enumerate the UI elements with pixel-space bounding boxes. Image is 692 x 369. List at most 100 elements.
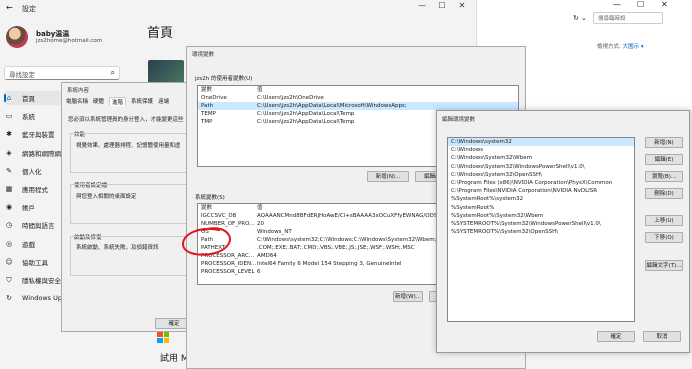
- path-list[interactable]: C:\Windows\system32 C:\Windows C:\Windows\…: [447, 137, 635, 322]
- edit-env-button-0[interactable]: 新增(N): [645, 137, 683, 148]
- edit-env-button-2[interactable]: 瀏覽(B)...: [645, 171, 683, 182]
- system-vars-label: 系統變數(S): [195, 195, 225, 201]
- admin-note: 您必須以系統管理員的身分登入，才能變更這些: [68, 117, 184, 123]
- apps-icon: ▦: [5, 185, 13, 193]
- edit-env-button-4[interactable]: 上移(U): [645, 215, 683, 226]
- sidebar-item-person[interactable]: ◉ 帳戶: [4, 200, 62, 214]
- tab-strip: 電腦名稱 硬體 進階 系統保護 遠端: [62, 97, 200, 106]
- brush-icon: ✎: [6, 166, 12, 175]
- gamepad-icon: ◎: [5, 239, 13, 248]
- list-item[interactable]: %SystemRoot%: [448, 204, 634, 212]
- page-title: 首頁: [147, 26, 174, 41]
- home-icon: ⌂: [6, 94, 12, 102]
- sidebar-item-home[interactable]: ⌂ 首頁: [4, 91, 62, 105]
- minimize-icon[interactable]: —: [412, 0, 432, 12]
- sidebar-item-shield[interactable]: ⛉ 隱私權與安全: [4, 273, 62, 287]
- performance-text: 視覺效果、處理器排程、記憶體使用量和虛: [76, 143, 181, 149]
- sidebar-item-label: 網路和網際網: [22, 149, 61, 158]
- ok-button[interactable]: 確定: [597, 331, 635, 342]
- edit-env-button-3[interactable]: 刪除(D): [645, 188, 683, 199]
- list-item[interactable]: C:\Windows\System32\WindowsPowerShell\v1…: [448, 163, 634, 171]
- edit-env-button-1[interactable]: 編輯(E): [645, 154, 683, 165]
- list-item[interactable]: C:\Program Files\NVIDIA Corporation\NVID…: [448, 187, 634, 195]
- close-icon[interactable]: ✕: [661, 0, 668, 9]
- sidebar-item-bluetooth[interactable]: ✱ 藍牙與裝置: [4, 127, 62, 141]
- edit-env-button-6[interactable]: 編輯文字(T)...: [645, 260, 683, 271]
- sidebar-item-label: 遊戲: [22, 240, 35, 249]
- edit-env-button-5[interactable]: 下移(O): [645, 232, 683, 243]
- sidebar-item-label: 藍牙與裝置: [22, 131, 55, 140]
- list-item[interactable]: C:\Program Files (x86)\NVIDIA Corporatio…: [448, 179, 634, 187]
- table-row[interactable]: Path C:\Users\jzs2h\AppData\Local\Microso…: [198, 102, 518, 110]
- profile-text: 與您登入相關的桌面設定: [76, 194, 137, 200]
- column-variable[interactable]: 變數: [198, 204, 257, 212]
- try-microsoft-text: 試用 M: [160, 354, 189, 364]
- tab-3[interactable]: 系統保護: [131, 97, 153, 106]
- sidebar-item-gamepad[interactable]: ◎ 遊戲: [4, 237, 62, 251]
- button-0[interactable]: 新增(N)...: [367, 171, 409, 182]
- list-item[interactable]: %SYSTEMROOT%\System32\OpenSSH\: [448, 228, 634, 236]
- sidebar-item-apps[interactable]: ▦ 應用程式: [4, 182, 62, 196]
- maximize-icon[interactable]: ☐: [637, 0, 644, 9]
- sidebar-item-label: Windows Up: [22, 294, 62, 303]
- person-icon: ◉: [5, 203, 13, 212]
- update-icon: ↻: [6, 294, 12, 303]
- user-vars-label: jzs2h 的使用者變數(U): [195, 76, 253, 82]
- refresh-icon[interactable]: ↻: [573, 14, 579, 22]
- maximize-icon[interactable]: ☐: [432, 0, 452, 12]
- dropdown-chevron-icon[interactable]: ⌄: [581, 14, 587, 22]
- sidebar-item-brush[interactable]: ✎ 個人化: [4, 164, 62, 178]
- list-item[interactable]: C:\Windows\System32\OpenSSH\: [448, 171, 634, 179]
- close-icon[interactable]: ✕: [452, 0, 472, 12]
- user-email: jzs2home@hotmail.com: [36, 38, 103, 44]
- sidebar-item-wifi[interactable]: ◈ 網路和網際網: [4, 146, 62, 160]
- dialog-title: 系統內容: [67, 88, 90, 94]
- search-icon: ⌕: [110, 68, 115, 77]
- avatar[interactable]: [6, 26, 28, 48]
- sidebar-item-label: 隱私權與安全: [22, 277, 61, 285]
- list-header: 變數 值: [198, 86, 518, 94]
- view-options[interactable]: 檢視方式: 大圖示 ▾: [597, 42, 644, 50]
- variable-name: PROCESSOR_IDEN...: [201, 261, 257, 267]
- variable-name: OneDrive: [201, 95, 227, 101]
- list-item[interactable]: C:\Windows\system32: [448, 138, 634, 147]
- sidebar-item-clock[interactable]: ◷ 時間與語言: [4, 218, 62, 232]
- list-item[interactable]: %SYSTEMROOT%\System32\WindowsPowerShell\…: [448, 220, 634, 228]
- explorer-search-input[interactable]: 搜尋臨時設: [593, 12, 663, 24]
- table-row[interactable]: OneDrive C:\Users\jzs2h\OneDrive: [198, 94, 518, 102]
- list-item[interactable]: C:\Windows\System32\Wbem: [448, 154, 634, 162]
- accessibility-icon: ☺: [5, 257, 13, 266]
- tab-4[interactable]: 遠端: [158, 97, 169, 106]
- settings-search-input[interactable]: 尋找設定 ⌕: [4, 66, 120, 80]
- tab-0[interactable]: 電腦名稱: [66, 97, 88, 106]
- bluetooth-icon: ✱: [6, 130, 12, 139]
- cancel-button[interactable]: 取消: [643, 331, 681, 342]
- dialog-title: 編輯環境變數: [442, 117, 476, 123]
- column-value[interactable]: 值: [257, 86, 518, 94]
- sidebar-item-label: 應用程式: [22, 186, 48, 194]
- button-0[interactable]: 新增(W)...: [393, 291, 423, 302]
- list-item[interactable]: %SystemRoot%\System32\Wbem: [448, 212, 634, 220]
- list-item[interactable]: %SystemRoot%\system32: [448, 195, 634, 203]
- minimize-icon[interactable]: —: [613, 0, 621, 9]
- tab-2[interactable]: 進階: [109, 97, 127, 106]
- back-arrow-icon[interactable]: ←: [6, 3, 13, 12]
- sidebar-item-label: 協助工具: [22, 258, 48, 267]
- variable-value: C:\Users\jzs2h\OneDrive: [257, 95, 324, 101]
- sidebar-item-monitor[interactable]: ▭ 系統: [4, 109, 62, 123]
- system-properties-dialog: 系統內容 電腦名稱 硬體 進階 系統保護 遠端 您必須以系統管理員的身分登入，才能變更這…: [61, 82, 202, 332]
- sidebar-item-accessibility[interactable]: ☺ 協助工具: [4, 255, 62, 269]
- sidebar-item-label: 時間與語言: [22, 222, 55, 231]
- startup-text: 系統啟動、系統失敗，及偵錯資訊: [76, 245, 159, 251]
- column-variable[interactable]: 變數: [198, 86, 257, 94]
- edit-environment-variable-dialog: 編輯環境變數 C:\Windows\system32 C:\Windows C:\W…: [436, 110, 690, 353]
- list-item[interactable]: C:\Windows: [448, 146, 634, 154]
- sidebar-item-update[interactable]: ↻ Windows Up: [4, 291, 62, 305]
- explorer-search-placeholder: 搜尋臨時設: [598, 16, 626, 22]
- microsoft-logo: [157, 331, 169, 343]
- view-option-value[interactable]: 大圖示 ▾: [623, 44, 644, 50]
- variable-name: TEMP: [201, 111, 216, 117]
- settings-window-controls: — ☐ ✕: [412, 0, 472, 12]
- variable-name: IGCCSVC_DB: [201, 213, 237, 219]
- tab-1[interactable]: 硬體: [93, 97, 104, 106]
